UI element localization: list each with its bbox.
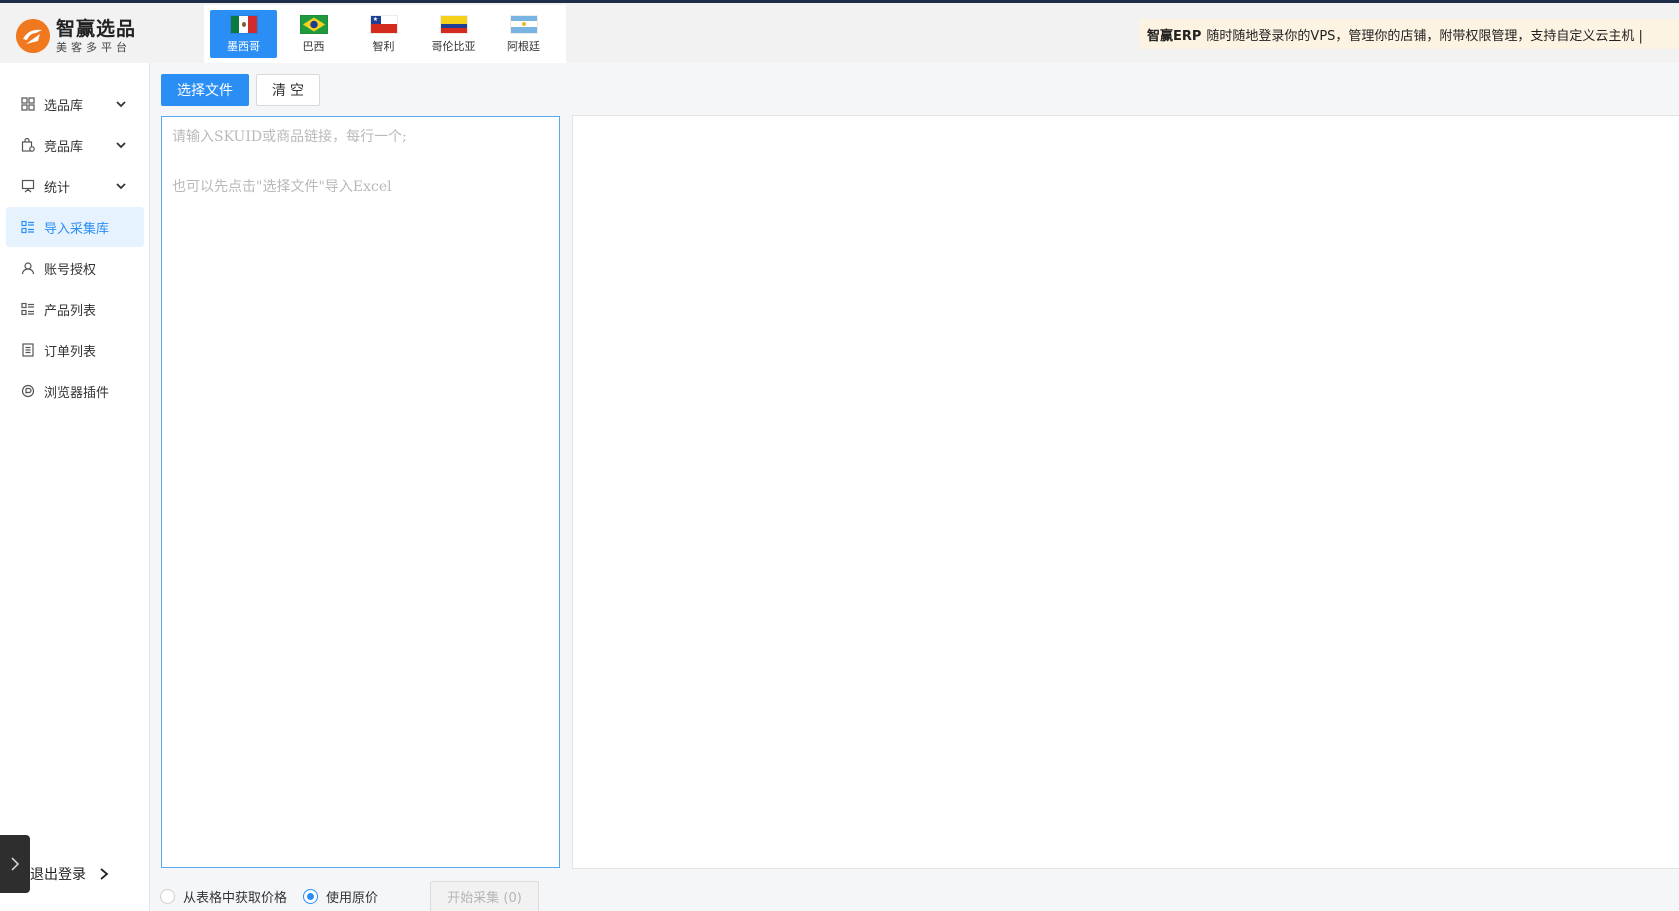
radio-label: 使用原价 bbox=[326, 890, 379, 906]
colombia-flag-icon bbox=[439, 14, 468, 34]
start-collection-button[interactable]: 开始采集 (0) bbox=[430, 880, 540, 911]
chevron-down-icon bbox=[116, 183, 126, 190]
list-icon bbox=[20, 219, 36, 235]
result-panel bbox=[572, 115, 1679, 869]
plugin-icon bbox=[20, 383, 36, 399]
mexico-flag-icon bbox=[229, 14, 258, 34]
bag-icon bbox=[20, 137, 36, 153]
tab-label: 阿根廷 bbox=[507, 39, 540, 53]
header: 智赢选品 美客多平台 墨西哥 巴西 ★ 智利 哥伦比亚 阿根廷 智赢ERP 随时… bbox=[0, 3, 1679, 63]
logo[interactable]: 智赢选品 美客多平台 bbox=[16, 19, 136, 53]
sidebar: 选品库 竞品库 统计 导入采集库 账号授权 产品列表 订单列表 浏览器插件 退出… bbox=[0, 63, 150, 911]
tab-argentina[interactable]: 阿根廷 bbox=[490, 10, 557, 58]
sidebar-item-account-authorization[interactable]: 账号授权 bbox=[6, 248, 144, 288]
sidebar-item-label: 产品列表 bbox=[44, 303, 97, 319]
document-icon bbox=[20, 342, 36, 358]
list-icon bbox=[20, 301, 36, 317]
tab-brazil[interactable]: 巴西 bbox=[280, 10, 347, 58]
tab-mexico[interactable]: 墨西哥 bbox=[210, 10, 277, 58]
announcement-brand: 智赢ERP bbox=[1147, 28, 1202, 44]
sidebar-item-statistics[interactable]: 统计 bbox=[6, 166, 144, 206]
chevron-right-icon bbox=[100, 868, 109, 880]
sku-input[interactable] bbox=[161, 116, 560, 868]
bottom-bar: 从表格中获取价格 使用原价 开始采集 (0) bbox=[160, 880, 540, 911]
brand-subtitle: 美客多平台 bbox=[56, 40, 131, 54]
sidebar-item-label: 账号授权 bbox=[44, 262, 97, 278]
grid-icon bbox=[20, 96, 36, 112]
sidebar-item-product-library[interactable]: 选品库 bbox=[6, 84, 144, 124]
sidebar-item-competitor-library[interactable]: 竞品库 bbox=[6, 125, 144, 165]
sidebar-toggle-button[interactable] bbox=[0, 835, 30, 893]
country-tabs: 墨西哥 巴西 ★ 智利 哥伦比亚 阿根廷 bbox=[204, 5, 566, 63]
logo-icon bbox=[16, 19, 50, 53]
sidebar-item-label: 浏览器插件 bbox=[44, 385, 110, 401]
announcement-text: 随时随地登录你的VPS，管理你的店铺，附带权限管理，支持自定义云主机 | bbox=[1206, 28, 1643, 44]
sidebar-item-label: 统计 bbox=[44, 180, 71, 196]
chile-flag-icon: ★ bbox=[369, 14, 398, 34]
clear-button[interactable]: 清空 bbox=[256, 74, 320, 106]
sidebar-item-label: 导入采集库 bbox=[44, 221, 110, 237]
logout-button[interactable]: 退出登录 bbox=[30, 859, 110, 889]
radio-circle[interactable] bbox=[160, 888, 175, 904]
tab-label: 巴西 bbox=[302, 39, 325, 53]
brand-title: 智赢选品 bbox=[56, 17, 137, 40]
chevron-down-icon bbox=[116, 101, 126, 108]
presentation-icon bbox=[20, 178, 36, 194]
brazil-flag-icon bbox=[299, 14, 328, 34]
chevron-down-icon bbox=[116, 142, 126, 149]
user-icon bbox=[20, 260, 36, 276]
sidebar-item-label: 竞品库 bbox=[44, 139, 84, 155]
sidebar-item-import-collection[interactable]: 导入采集库 bbox=[6, 207, 144, 247]
sidebar-item-label: 选品库 bbox=[44, 98, 84, 114]
tab-label: 墨西哥 bbox=[227, 39, 260, 53]
sidebar-item-label: 订单列表 bbox=[44, 344, 97, 360]
choose-file-button[interactable]: 选择文件 bbox=[161, 74, 249, 106]
radio-use-original-price[interactable]: 使用原价 bbox=[303, 887, 378, 906]
tab-colombia[interactable]: 哥伦比亚 bbox=[420, 10, 487, 58]
argentina-flag-icon bbox=[509, 14, 538, 34]
radio-circle-checked[interactable] bbox=[303, 888, 319, 904]
logout-label: 退出登录 bbox=[30, 867, 86, 883]
tab-label: 智利 bbox=[372, 39, 395, 53]
tab-chile[interactable]: ★ 智利 bbox=[350, 10, 417, 58]
announcement-banner[interactable]: 智赢ERP 随时随地登录你的VPS，管理你的店铺，附带权限管理，支持自定义云主机… bbox=[1139, 19, 1679, 49]
sidebar-item-browser-plugin[interactable]: 浏览器插件 bbox=[6, 371, 144, 411]
radio-price-from-table[interactable]: 从表格中获取价格 bbox=[160, 887, 287, 906]
chevron-right-icon bbox=[11, 857, 20, 871]
sidebar-item-product-list[interactable]: 产品列表 bbox=[6, 289, 144, 329]
sidebar-item-order-list[interactable]: 订单列表 bbox=[6, 330, 144, 370]
tab-label: 哥伦比亚 bbox=[431, 39, 476, 53]
radio-label: 从表格中获取价格 bbox=[183, 890, 288, 906]
